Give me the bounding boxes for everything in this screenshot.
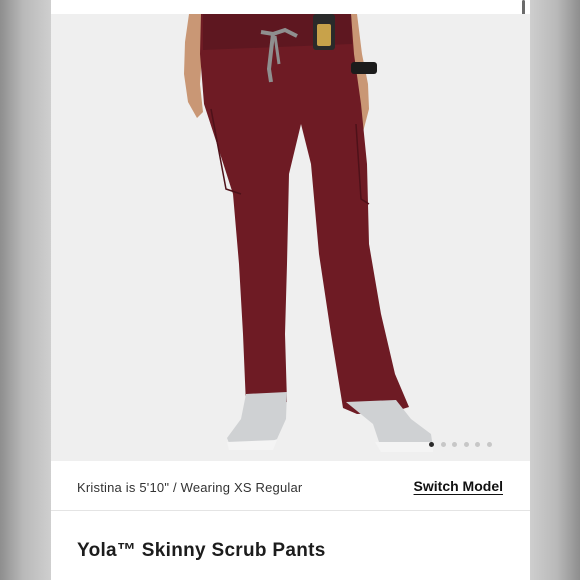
gallery-dot[interactable] — [440, 442, 446, 447]
gallery-dot[interactable] — [475, 442, 480, 447]
gallery-dot[interactable] — [429, 442, 434, 447]
product-photo — [184, 14, 433, 452]
gallery-dot[interactable] — [486, 442, 492, 447]
gallery-dot[interactable] — [452, 442, 457, 447]
gallery-pagination — [429, 442, 492, 447]
model-info-bar: Kristina is 5'10" / Wearing XS Regular S… — [51, 461, 530, 511]
switch-model-link[interactable]: Switch Model — [414, 478, 503, 494]
model-size-info: Kristina is 5'10" / Wearing XS Regular — [77, 480, 303, 495]
product-image-gallery[interactable] — [51, 14, 530, 461]
product-page: Kristina is 5'10" / Wearing XS Regular S… — [51, 0, 530, 580]
product-title: Yola™ Skinny Scrub Pants — [77, 540, 326, 561]
gallery-dot[interactable] — [463, 442, 469, 447]
